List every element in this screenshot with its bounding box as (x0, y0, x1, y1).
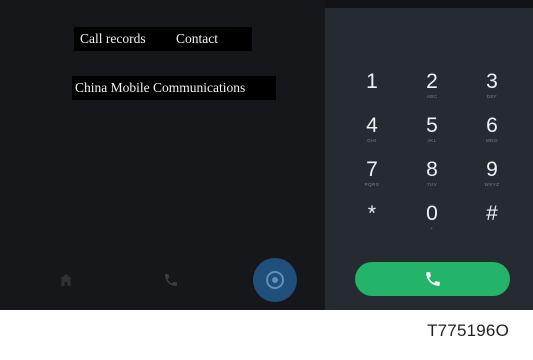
dial-key-digit: 3 (486, 70, 498, 93)
dial-key-digit: 1 (366, 70, 378, 93)
dial-key-9[interactable]: 9 WXYZ (462, 158, 522, 204)
dial-key-5[interactable]: 5 JKL (402, 114, 462, 160)
dial-key-1[interactable]: 1 (342, 70, 402, 116)
figure-code: T775196O (427, 321, 509, 340)
dial-key-letters: MNO (486, 138, 498, 143)
dial-key-star[interactable]: * (342, 202, 402, 248)
dial-key-digit: 0 (426, 202, 438, 225)
dial-key-digit: 2 (426, 70, 438, 93)
call-button[interactable] (355, 262, 510, 296)
dial-key-6[interactable]: 6 MNO (462, 114, 522, 160)
dial-key-letters: JKL (427, 138, 437, 143)
dial-key-2[interactable]: 2 ABC (402, 70, 462, 116)
tab-contact[interactable]: Contact (176, 27, 218, 51)
dial-key-letters: ABC (426, 94, 438, 99)
phone-app-screen: Call records Contact China Mobile Commun… (0, 0, 533, 310)
dial-key-7[interactable]: 7 PQRS (342, 158, 402, 204)
tab-call-records[interactable]: Call records (80, 27, 146, 51)
phone-icon (425, 272, 440, 286)
dial-key-letters: WXYZ (484, 182, 500, 187)
dial-key-hash[interactable]: # (462, 202, 522, 248)
tab-bar: Call records Contact (74, 27, 252, 51)
dial-key-digit: * (367, 202, 377, 225)
dial-key-digit: # (486, 202, 498, 225)
dial-key-digit: 6 (486, 114, 498, 137)
phone-icon-glyph (165, 274, 177, 286)
dial-key-letters: GHI (367, 138, 377, 143)
dial-key-digit: 4 (366, 114, 378, 137)
dial-key-digit: 5 (426, 114, 438, 137)
dial-key-letters: + (430, 226, 434, 231)
dial-key-4[interactable]: 4 GHI (342, 114, 402, 160)
dial-key-8[interactable]: 8 TUV (402, 158, 462, 204)
dial-key-letters: TUV (426, 182, 438, 187)
phone-icon[interactable] (155, 264, 187, 296)
dial-key-3[interactable]: 3 DEF (462, 70, 522, 116)
dial-key-letters: DEF (486, 94, 498, 99)
bottom-nav (0, 258, 325, 302)
call-log-pane: Call records Contact China Mobile Commun… (0, 0, 325, 310)
dial-key-digit: 9 (486, 158, 498, 181)
home-icon-glyph (60, 274, 72, 286)
add-circle-icon-glyph (266, 271, 284, 289)
carrier-name: China Mobile Communications (72, 76, 276, 100)
home-icon[interactable] (50, 264, 82, 296)
dial-key-letters: PQRS (364, 182, 380, 187)
dial-key-digit: 7 (366, 158, 378, 181)
add-circle-icon[interactable] (253, 258, 297, 302)
dial-key-digit: 8 (426, 158, 438, 181)
dial-key-0[interactable]: 0 + (402, 202, 462, 248)
